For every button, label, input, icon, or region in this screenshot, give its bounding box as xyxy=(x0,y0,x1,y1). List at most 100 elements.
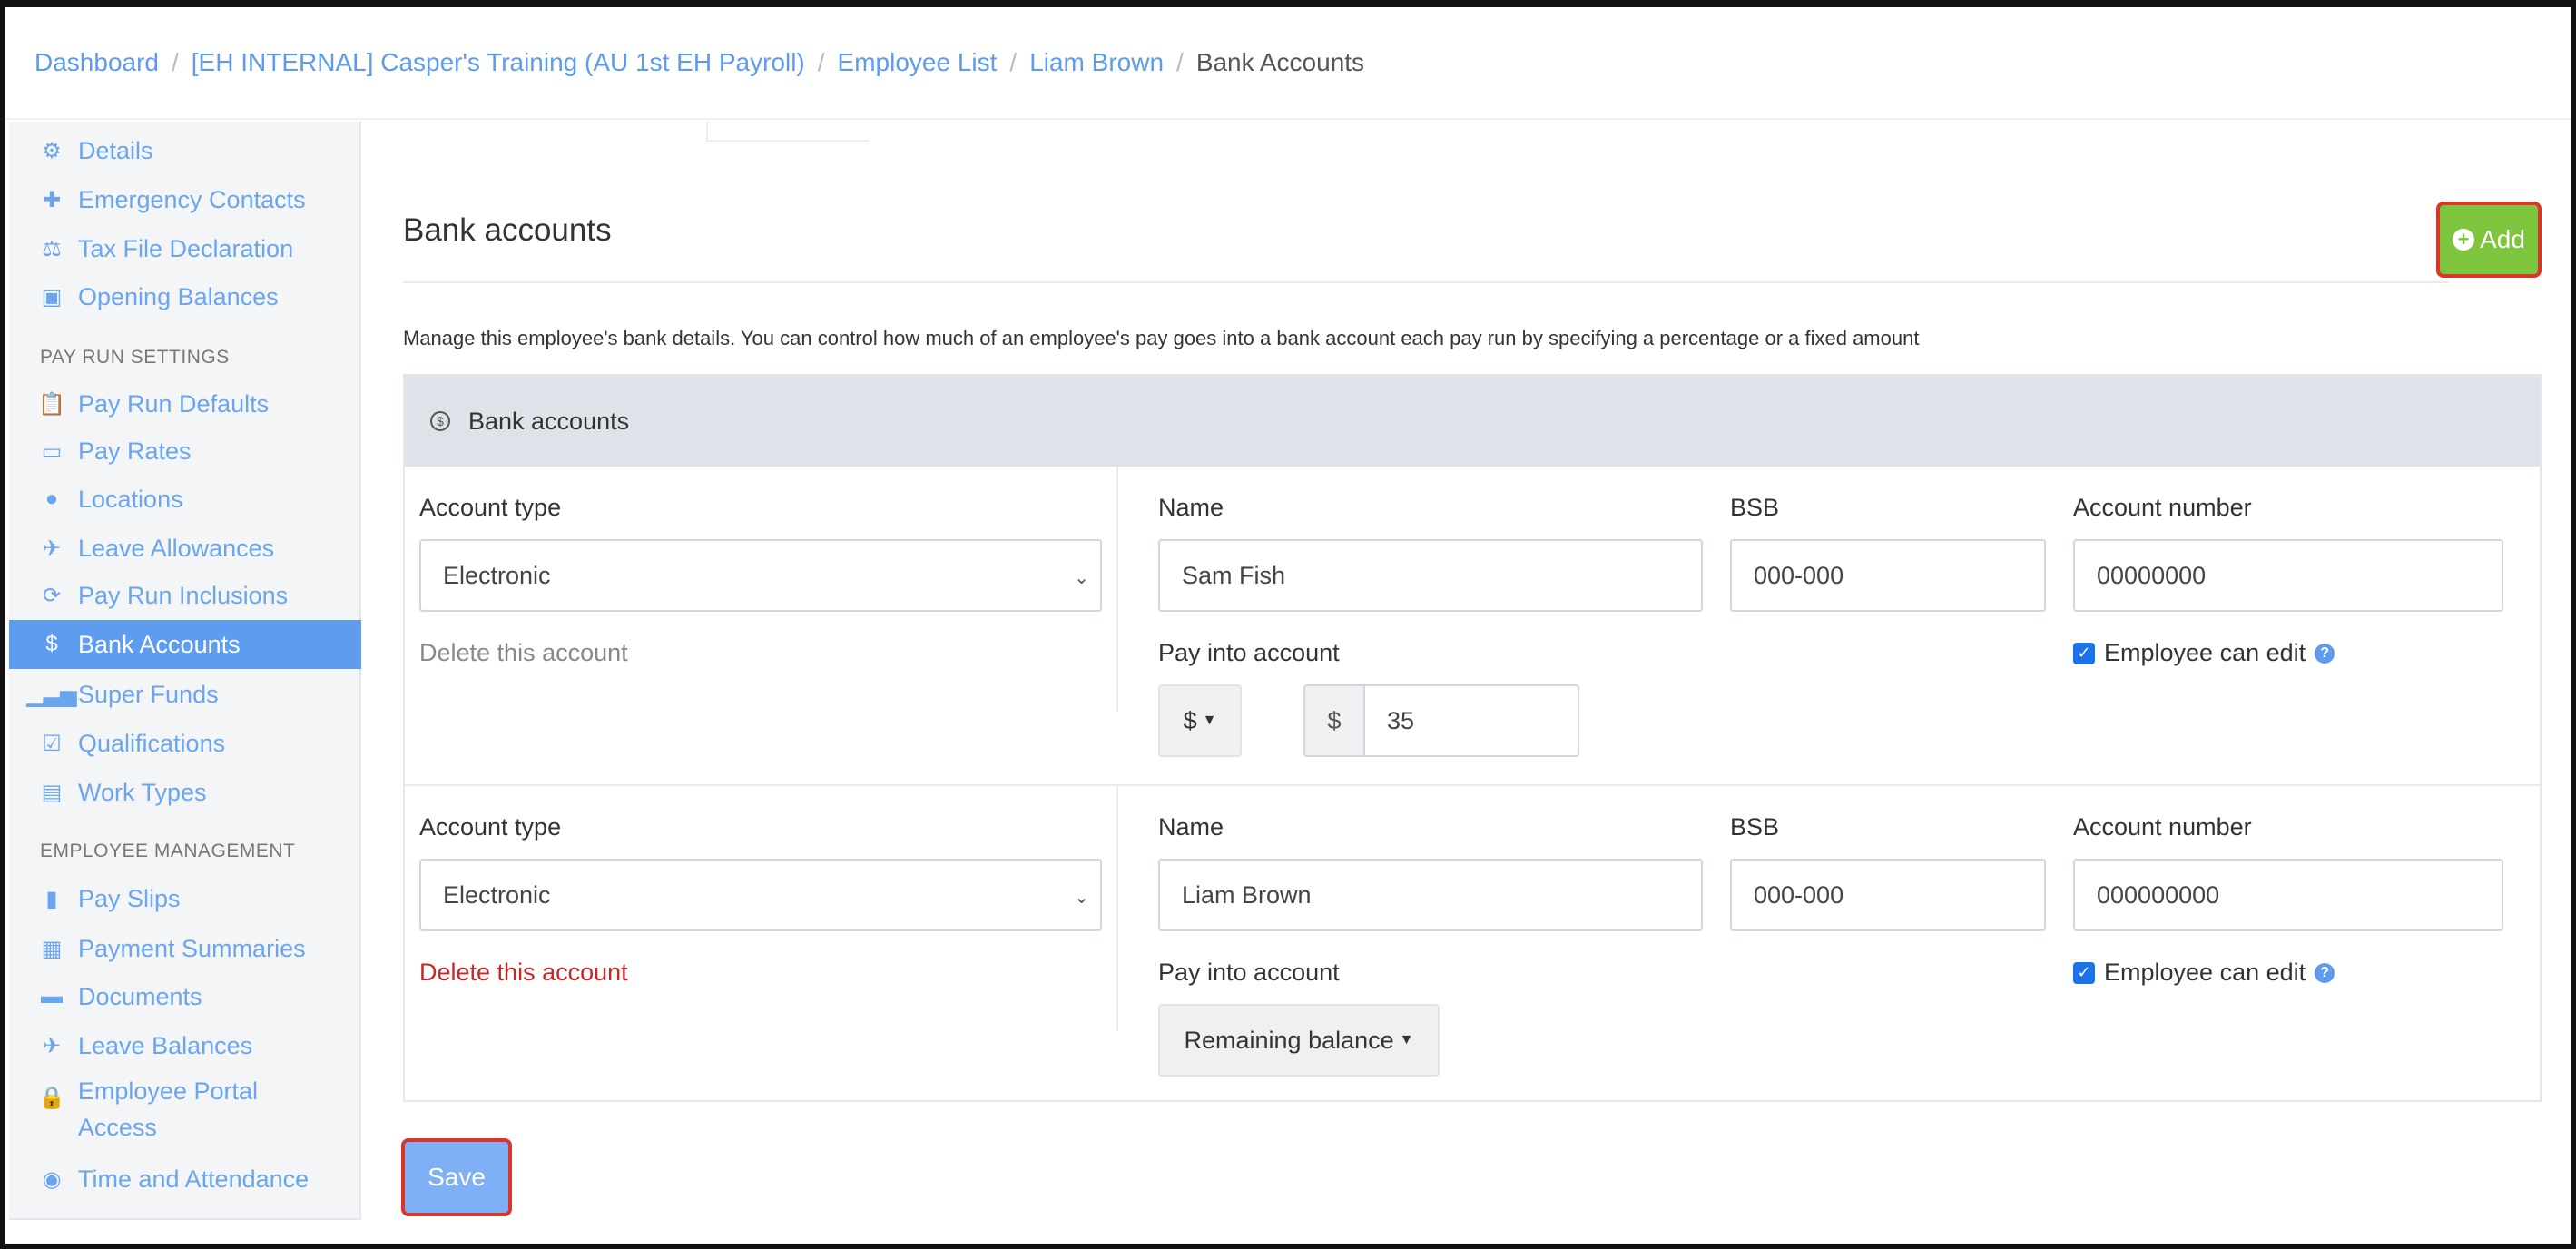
sidebar-item-work-types[interactable]: ▤ Work Types xyxy=(9,768,361,817)
bsb-label: BSB xyxy=(1730,813,1780,841)
sidebar-item-label: Details xyxy=(78,136,153,164)
pay-mode-value: $ xyxy=(1183,706,1197,734)
breadcrumb-employee[interactable]: Liam Brown xyxy=(1029,48,1164,77)
sidebar-item-label: Documents xyxy=(78,982,202,1010)
account-type-value: Electronic xyxy=(443,880,551,909)
file-icon: ▮ xyxy=(45,886,58,911)
page-description: Manage this employee's bank details. You… xyxy=(403,327,1920,349)
breadcrumb-employee-list[interactable]: Employee List xyxy=(838,48,998,77)
account-name-input[interactable]: Sam Fish xyxy=(1158,539,1703,612)
pay-mode-dropdown[interactable]: $ ▼ xyxy=(1158,684,1242,757)
sidebar-item-bank-accounts[interactable]: $ Bank Accounts xyxy=(9,620,361,669)
account-type-value: Electronic xyxy=(443,561,551,589)
breadcrumb: Dashboard / [EH INTERNAL] Casper's Train… xyxy=(5,7,2571,120)
scrolled-content-fragment xyxy=(706,122,870,142)
account-type-select[interactable]: Electronic ⌄ xyxy=(419,539,1102,612)
user-circle-icon: ◉ xyxy=(42,1166,62,1192)
breadcrumb-current: Bank Accounts xyxy=(1195,48,1365,76)
bank-account-row: Account type Electronic ⌄ Delete this ac… xyxy=(405,467,2540,786)
account-number-label: Account number xyxy=(2073,494,2252,521)
account-number-input[interactable]: 00000000 xyxy=(2073,539,2503,612)
bank-account-row: Account type Electronic ⌄ Delete this ac… xyxy=(405,786,2540,1106)
sidebar-item-time-and-attendance[interactable]: ◉ Time and Attendance xyxy=(9,1155,361,1204)
refresh-icon: ⟳ xyxy=(42,583,62,608)
employee-can-edit-field[interactable]: ✓ Employee can edit ? xyxy=(2073,959,2335,987)
pay-mode-dropdown[interactable]: Remaining balance ▼ xyxy=(1158,1004,1440,1077)
sidebar-item-label: Payment Summaries xyxy=(78,934,306,962)
pay-into-account-label: Pay into account xyxy=(1158,639,1340,666)
sidebar-item-pay-run-defaults[interactable]: 📋 Pay Run Defaults xyxy=(9,379,361,428)
sidebar-item-label: Pay Run Defaults xyxy=(78,389,270,418)
sidebar-item-label: Pay Rates xyxy=(78,437,192,465)
sidebar-item-label: Opening Balances xyxy=(78,282,279,310)
account-type-select[interactable]: Electronic ⌄ xyxy=(419,859,1102,931)
gear-icon: ⚙ xyxy=(42,138,62,163)
name-label: Name xyxy=(1158,813,1224,841)
breadcrumb-separator: / xyxy=(171,48,179,76)
account-number-input[interactable]: 000000000 xyxy=(2073,859,2503,931)
breadcrumb-dashboard[interactable]: Dashboard xyxy=(34,48,159,77)
scales-icon: ⚖ xyxy=(42,236,62,261)
sidebar-item-label: Pay Run Inclusions xyxy=(78,581,289,609)
save-button[interactable]: Save xyxy=(401,1138,512,1216)
add-bank-account-button[interactable]: + Add xyxy=(2436,202,2542,278)
sidebar-item-details[interactable]: ⚙ Details xyxy=(9,126,361,175)
delete-account-link[interactable]: Delete this account xyxy=(419,959,628,987)
sidebar-item-label: Leave Allowances xyxy=(78,534,275,562)
column-divider xyxy=(1116,786,1118,1031)
bank-accounts-panel: $ Bank accounts Account type Electronic … xyxy=(403,374,2542,1102)
column-divider xyxy=(1116,467,1118,712)
sidebar-item-pay-slips[interactable]: ▮ Pay Slips xyxy=(9,874,361,923)
account-name-input[interactable]: Liam Brown xyxy=(1158,859,1703,931)
sidebar: ⚙ Details ✚ Emergency Contacts ⚖ Tax Fil… xyxy=(9,122,361,1220)
sidebar-item-tax-file-declaration[interactable]: ⚖ Tax File Declaration xyxy=(9,224,361,273)
sidebar-item-payment-summaries[interactable]: ▦ Payment Summaries xyxy=(9,924,361,973)
plane-icon: ✈ xyxy=(42,1033,62,1058)
sidebar-item-pay-run-inclusions[interactable]: ⟳ Pay Run Inclusions xyxy=(9,571,361,620)
employee-can-edit-label: Employee can edit xyxy=(2104,639,2306,666)
globe-icon: ● xyxy=(44,487,59,511)
account-type-label: Account type xyxy=(419,494,562,521)
plane-icon: ✈ xyxy=(42,536,62,561)
delete-account-link[interactable]: Delete this account xyxy=(419,639,628,667)
sidebar-item-leave-balances[interactable]: ✈ Leave Balances xyxy=(9,1021,361,1070)
main-content: Bank accounts + Add Manage this employee… xyxy=(361,122,2571,1244)
sidebar-item-qualifications[interactable]: ☑ Qualifications xyxy=(9,719,361,768)
account-type-label: Account type xyxy=(419,813,562,841)
panel-title: Bank accounts xyxy=(468,407,630,435)
dollar-circle-icon: $ xyxy=(45,632,58,656)
sidebar-item-label: Bank Accounts xyxy=(78,630,241,658)
bsb-input[interactable]: 000-000 xyxy=(1730,859,2046,931)
sidebar-item-opening-balances[interactable]: ▣ Opening Balances xyxy=(9,272,361,321)
sidebar-item-label: Super Funds xyxy=(78,680,219,708)
employee-can-edit-checkbox[interactable]: ✓ xyxy=(2073,642,2095,664)
book-icon: ▤ xyxy=(41,780,63,805)
check-square-icon: ☑ xyxy=(42,731,62,756)
sidebar-item-label: Work Types xyxy=(78,778,207,806)
pay-into-account-label: Pay into account xyxy=(1158,959,1340,986)
sidebar-heading-employee-management: EMPLOYEE MANAGEMENT xyxy=(40,841,296,861)
plus-circle-icon: + xyxy=(2453,229,2475,251)
help-icon[interactable]: ? xyxy=(2315,643,2335,664)
add-button-label: Add xyxy=(2480,225,2525,253)
sidebar-item-locations[interactable]: ● Locations xyxy=(9,475,361,524)
bsb-input[interactable]: 000-000 xyxy=(1730,539,2046,612)
breadcrumb-business[interactable]: [EH INTERNAL] Casper's Training (AU 1st … xyxy=(192,48,805,77)
help-icon[interactable]: ? xyxy=(2315,962,2335,983)
sidebar-item-documents[interactable]: ▬ Documents xyxy=(9,972,361,1021)
sidebar-item-label: Emergency Contacts xyxy=(78,185,306,213)
calculator-icon: ▦ xyxy=(41,936,63,961)
sidebar-item-leave-allowances[interactable]: ✈ Leave Allowances xyxy=(9,524,361,573)
employee-can-edit-checkbox[interactable]: ✓ xyxy=(2073,961,2095,984)
sidebar-item-employee-portal-access[interactable]: 🔒 Employee Portal Access xyxy=(9,1064,309,1141)
sidebar-item-pay-rates[interactable]: ▭ Pay Rates xyxy=(9,427,361,476)
app-window: Dashboard / [EH INTERNAL] Casper's Train… xyxy=(0,0,2576,1249)
sidebar-item-emergency-contacts[interactable]: ✚ Emergency Contacts xyxy=(9,175,361,224)
breadcrumb-separator: / xyxy=(1009,48,1018,76)
signal-icon: ▁▃▅ xyxy=(26,682,77,707)
amount-input[interactable]: 35 xyxy=(1363,684,1579,757)
sidebar-item-super-funds[interactable]: ▁▃▅ Super Funds xyxy=(9,670,361,719)
pay-mode-value: Remaining balance xyxy=(1184,1026,1394,1054)
employee-can-edit-field[interactable]: ✓ Employee can edit ? xyxy=(2073,639,2335,667)
sidebar-item-label: Tax File Declaration xyxy=(78,234,294,262)
